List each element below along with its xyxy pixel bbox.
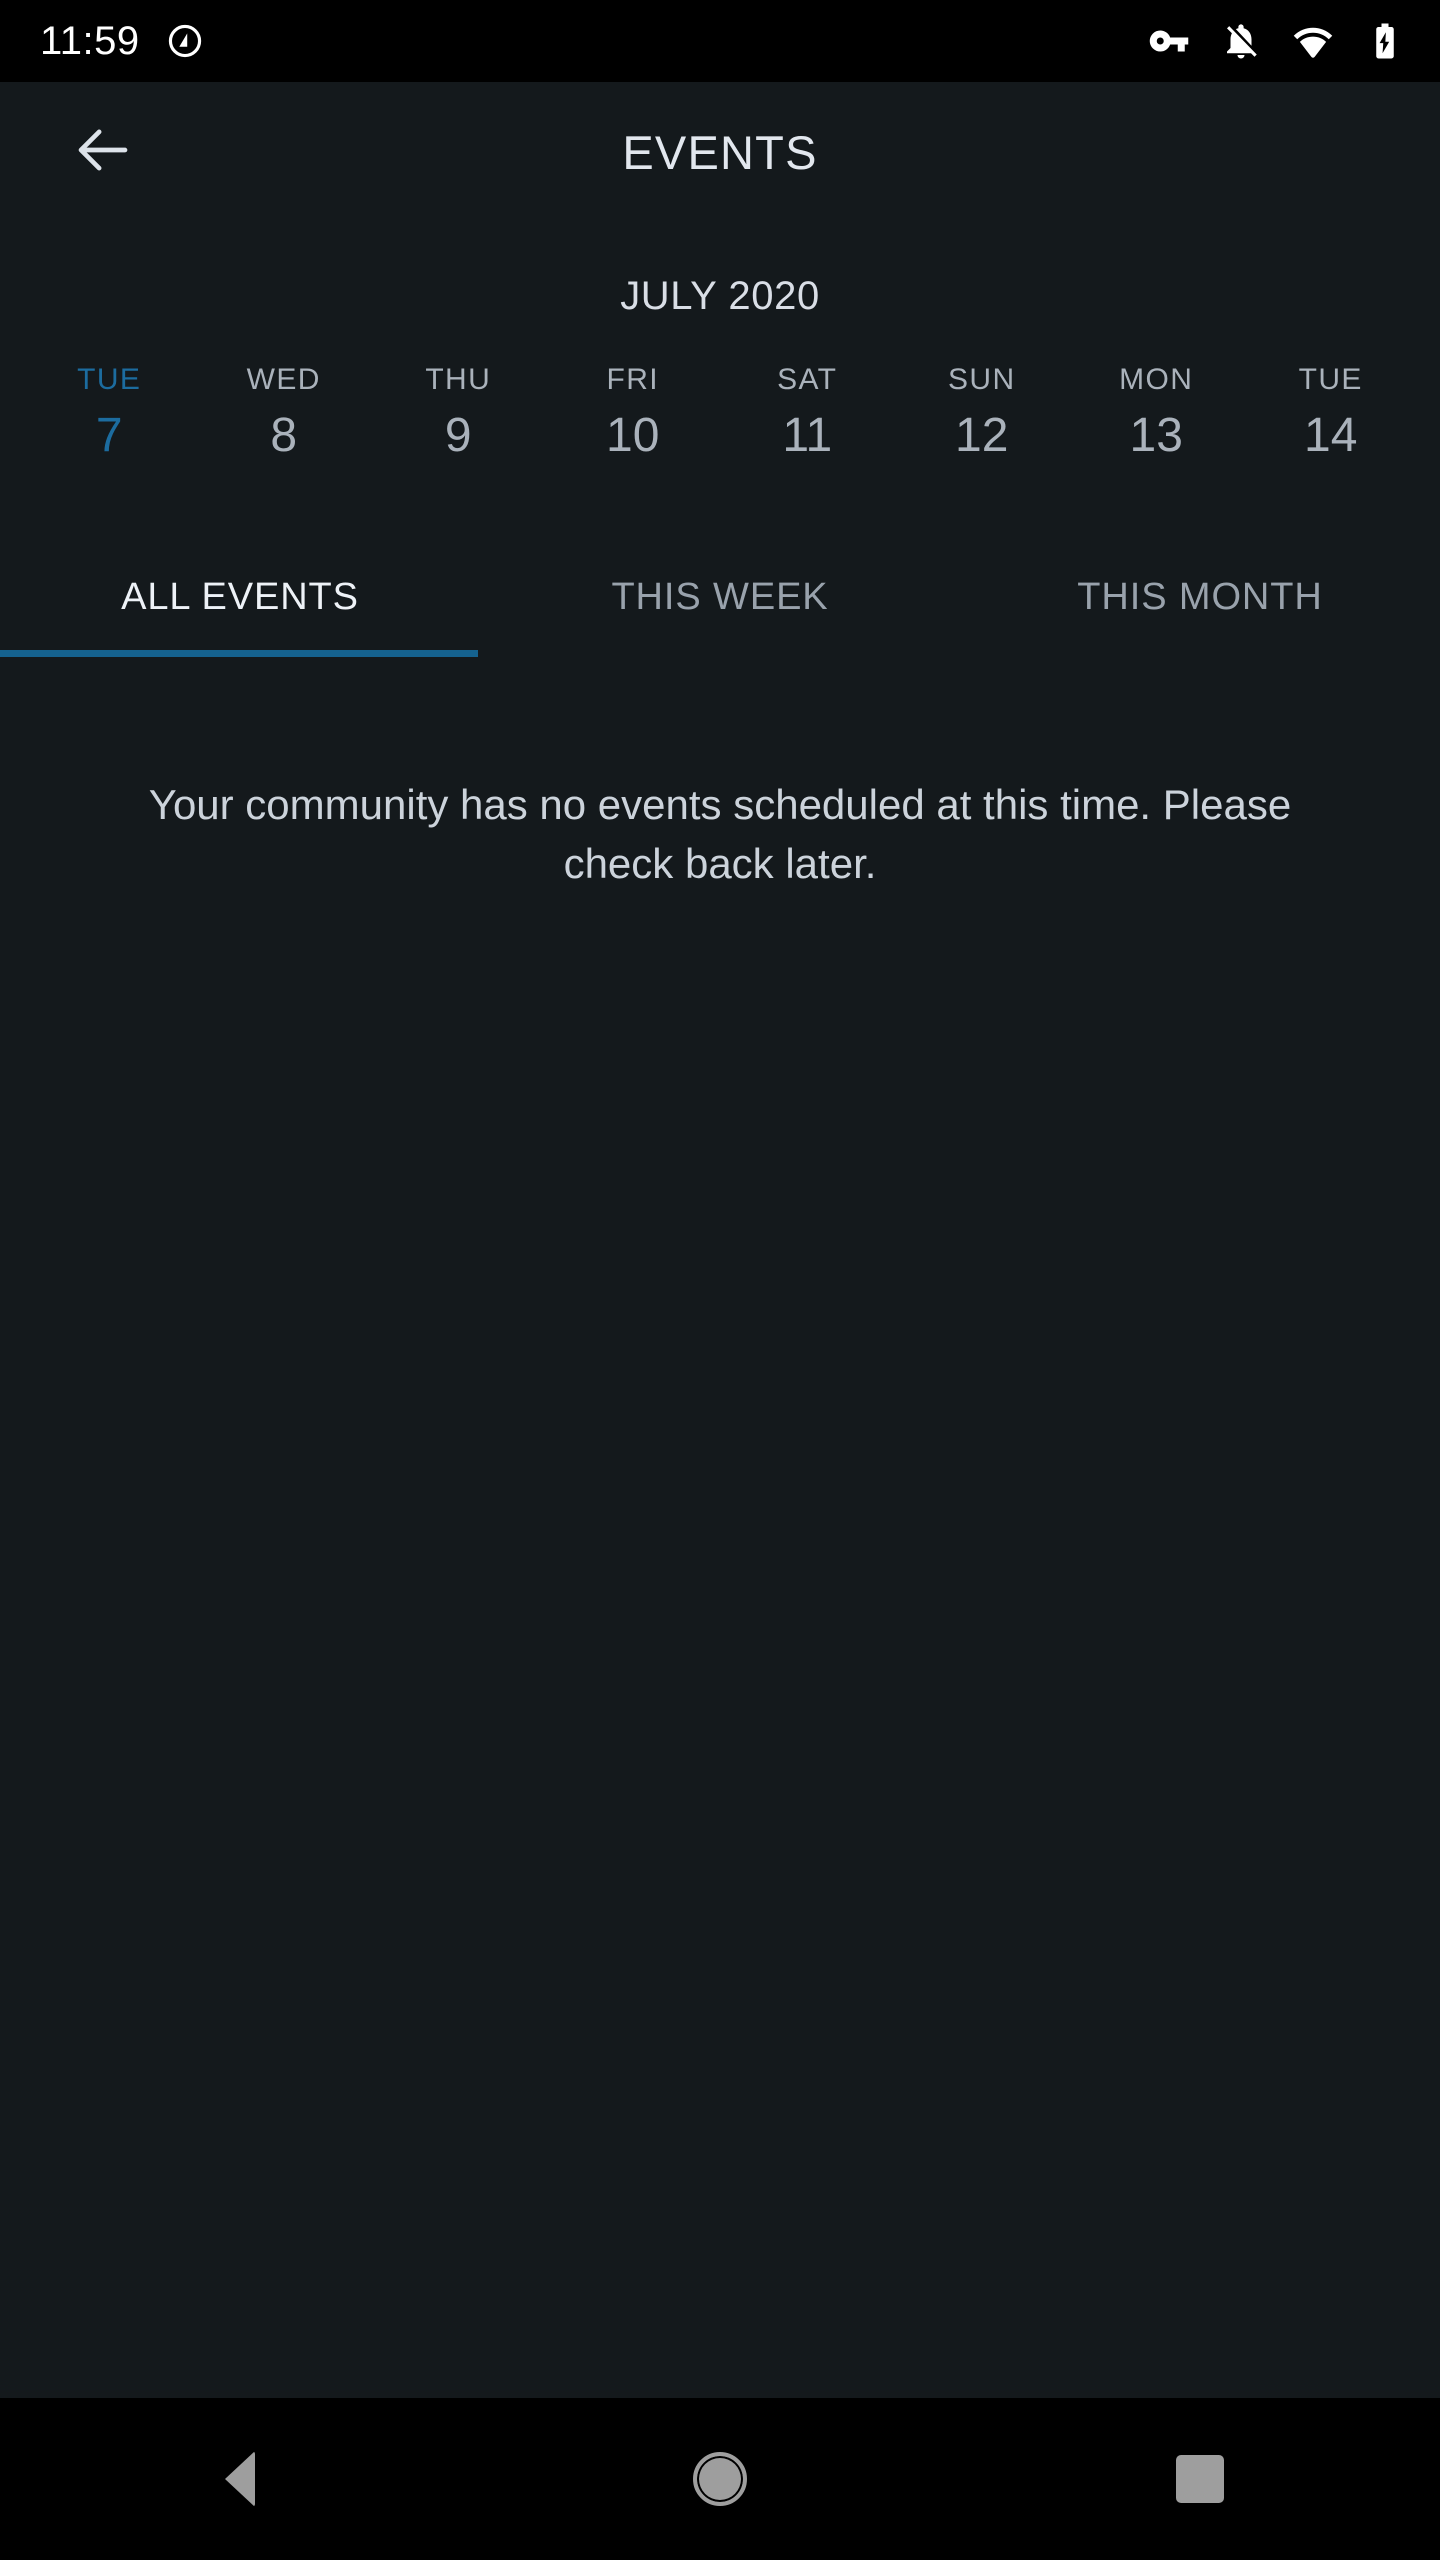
app-header: EVENTS [0,82,1440,222]
date-cell-14[interactable]: TUE 14 [1244,363,1419,473]
tab-active-indicator [0,649,478,657]
tab-all-events[interactable]: ALL EVENTS [0,539,480,657]
date-dow-label: SAT [777,363,838,396]
date-cell-9[interactable]: THU 9 [371,363,546,473]
page-title: EVENTS [622,125,818,179]
date-strip: TUE 7 WED 8 THU 9 FRI 10 SAT 11 SUN 12 M… [0,329,1440,473]
android-q-circle-icon [166,22,204,60]
tab-this-month[interactable]: THIS MONTH [960,539,1440,657]
date-dow-label: WED [246,363,321,396]
date-number-label: 12 [955,409,1009,462]
date-dow-label: TUE [77,363,142,396]
back-triangle-icon [225,2451,255,2507]
date-dow-label: THU [425,363,492,396]
status-bar: 11:59 [0,0,1440,82]
android-navigation-bar [0,2398,1440,2560]
date-number-label: 11 [782,409,833,462]
nav-home-button[interactable] [620,2398,820,2560]
nav-back-button[interactable] [140,2398,340,2560]
date-number-label: 8 [270,409,298,462]
battery-charging-icon [1364,20,1406,62]
status-bar-left: 11:59 [40,21,204,61]
month-label: JULY 2020 [620,274,820,318]
phone-screen: 11:59 EVENTS JULY 2020 TUE 7 WED 8 THU 9… [0,0,1440,2560]
nav-recents-button[interactable] [1100,2398,1300,2560]
notifications-off-icon [1220,20,1262,62]
date-cell-12[interactable]: SUN 12 [895,363,1070,473]
status-bar-clock: 11:59 [40,19,140,63]
status-bar-right [1148,20,1406,62]
tab-bar: ALL EVENTS THIS WEEK THIS MONTH [0,539,1440,657]
events-content-area: Your community has no events scheduled a… [0,657,1440,2398]
home-circle-icon [693,2452,747,2506]
date-cell-10[interactable]: FRI 10 [546,363,721,473]
date-cell-8[interactable]: WED 8 [197,363,372,473]
date-cell-7[interactable]: TUE 7 [22,363,197,473]
app-body: EVENTS JULY 2020 TUE 7 WED 8 THU 9 FRI 1… [0,82,1440,2398]
date-number-label: 7 [95,409,123,462]
date-dow-label: FRI [606,363,660,396]
date-number-label: 14 [1304,409,1358,462]
back-button[interactable] [48,97,158,207]
date-dow-label: SUN [947,363,1016,396]
wifi-icon [1292,20,1334,62]
date-dow-label: MON [1119,363,1194,396]
empty-state-message: Your community has no events scheduled a… [148,780,1292,888]
date-number-label: 13 [1129,409,1183,462]
vpn-key-icon [1148,20,1190,62]
date-number-label: 10 [606,409,660,462]
date-dow-label: TUE [1298,363,1363,396]
recents-square-icon [1176,2455,1224,2503]
arrow-back-icon [70,117,136,188]
date-cell-11[interactable]: SAT 11 [720,363,895,473]
tab-this-week[interactable]: THIS WEEK [480,539,960,657]
date-number-label: 9 [444,409,472,462]
date-cell-13[interactable]: MON 13 [1069,363,1244,473]
